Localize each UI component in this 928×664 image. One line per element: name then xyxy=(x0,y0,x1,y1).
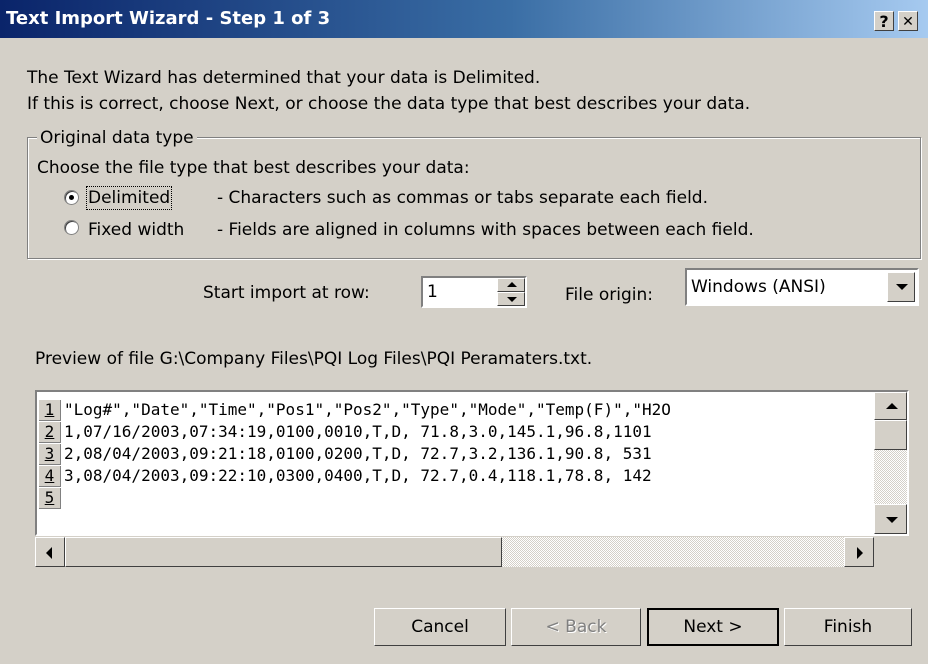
radio-delimited-label[interactable]: Delimited xyxy=(85,186,173,210)
start-row-field[interactable]: 1 xyxy=(421,276,527,308)
preview-row-1: "Log#","Date","Time","Pos1","Pos2","Type… xyxy=(64,400,671,419)
finish-button[interactable]: Finish xyxy=(784,608,912,646)
scroll-up-button[interactable] xyxy=(874,392,907,420)
cancel-button[interactable]: Cancel xyxy=(374,608,506,646)
start-row-label: Start import at row: xyxy=(203,283,370,303)
row-number-3: 3 xyxy=(39,444,61,465)
radio-icon-unselected xyxy=(64,220,79,235)
row-number-2: 2 xyxy=(39,422,61,443)
row-number-4: 4 xyxy=(39,466,61,487)
preview-label: Preview of file G:\Company Files\PQI Log… xyxy=(35,349,593,369)
vertical-scroll-thumb[interactable] xyxy=(874,420,907,450)
vertical-scrollbar[interactable] xyxy=(874,392,907,534)
dropdown-button[interactable] xyxy=(887,272,915,302)
group-legend: Original data type xyxy=(37,128,197,148)
spin-down-button[interactable] xyxy=(497,292,525,306)
title-bar: Text Import Wizard - Step 1 of 3 ? ✕ xyxy=(0,0,928,38)
arrow-left-icon xyxy=(46,547,52,559)
row-number-5: 5 xyxy=(39,488,61,509)
next-button[interactable]: Next > xyxy=(647,608,779,646)
horizontal-scroll-thumb[interactable] xyxy=(65,537,502,567)
fixed-width-description: - Fields are aligned in columns with spa… xyxy=(217,220,754,240)
radio-icon-selected xyxy=(64,190,79,205)
scrollbar-corner xyxy=(874,537,909,567)
radio-fixed-width-label[interactable]: Fixed width xyxy=(88,220,184,240)
preview-row-4: 3,08/04/2003,09:22:10,0300,0400,T,D, 72.… xyxy=(64,466,652,485)
chevron-down-icon xyxy=(896,284,908,290)
intro-line-1: The Text Wizard has determined that your… xyxy=(27,68,541,88)
file-origin-select[interactable]: Windows (ANSI) xyxy=(685,268,919,306)
arrow-up-icon xyxy=(886,403,898,409)
scroll-down-button[interactable] xyxy=(874,504,907,534)
row-number-1: 1 xyxy=(39,400,61,421)
intro-line-2: If this is correct, choose Next, or choo… xyxy=(27,94,751,114)
spin-up-button[interactable] xyxy=(497,278,525,292)
window-title: Text Import Wizard - Step 1 of 3 xyxy=(6,8,331,29)
help-button[interactable]: ? xyxy=(874,11,894,31)
file-origin-label: File origin: xyxy=(565,285,653,305)
preview-content: 1 "Log#","Date","Time","Pos1","Pos2","Ty… xyxy=(37,392,871,512)
preview-row-2: 1,07/16/2003,07:34:19,0100,0010,T,D, 71.… xyxy=(64,422,652,441)
delimited-description: - Characters such as commas or tabs sepa… xyxy=(217,188,708,208)
horizontal-scrollbar[interactable] xyxy=(35,537,874,567)
scroll-right-button[interactable] xyxy=(844,537,874,567)
arrow-down-icon xyxy=(886,517,898,523)
arrow-up-icon xyxy=(507,282,517,287)
radio-dot xyxy=(69,195,74,200)
arrow-right-icon xyxy=(857,547,863,559)
close-icon: ✕ xyxy=(902,14,914,30)
file-origin-value: Windows (ANSI) xyxy=(691,277,826,297)
file-type-prompt: Choose the file type that best describes… xyxy=(37,158,470,178)
start-row-value: 1 xyxy=(427,282,438,302)
arrow-down-icon xyxy=(507,297,517,302)
close-button[interactable]: ✕ xyxy=(898,11,918,31)
scroll-left-button[interactable] xyxy=(35,537,65,567)
preview-row-3: 2,08/04/2003,09:21:18,0100,0200,T,D, 72.… xyxy=(64,444,652,463)
back-button[interactable]: < Back xyxy=(511,608,641,646)
